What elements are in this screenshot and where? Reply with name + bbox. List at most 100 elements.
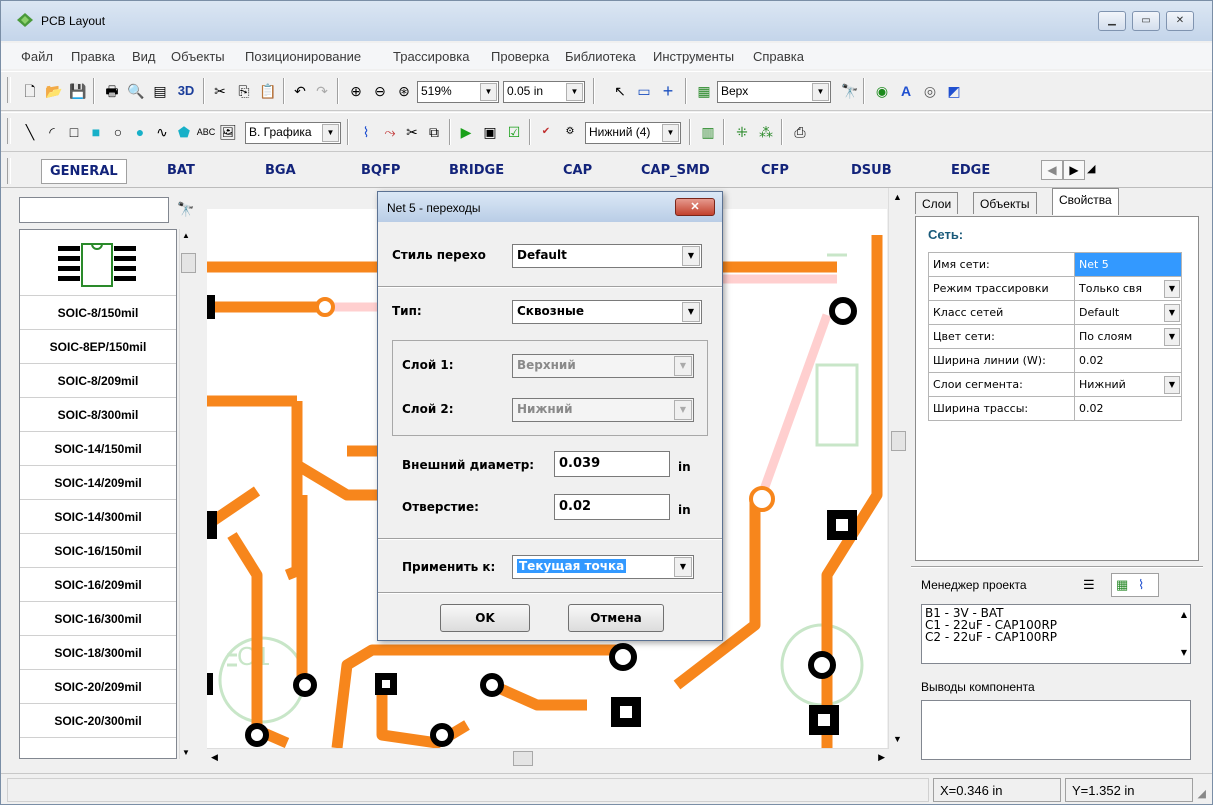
tab-layers[interactable]: Слои [915,192,959,214]
filled-ellipse-icon[interactable]: ● [129,121,151,143]
list-item[interactable]: SOIC-18/300mil [20,636,176,670]
menu-tools[interactable]: Инструменты [653,49,734,64]
list-item[interactable]: C2 - 22uF - CAP100RP [925,631,1187,643]
list-item[interactable]: SOIC-8/150mil [20,296,176,330]
zoom-in-icon[interactable]: ⊕ [345,80,367,102]
zoom-fit-icon[interactable]: ⊛ [393,80,415,102]
zoom-out-icon[interactable]: ⊖ [369,80,391,102]
net-class-icon[interactable]: ⁂ [755,121,777,143]
close-button[interactable]: ✕ [1166,11,1194,31]
toolbar-grip[interactable] [7,118,11,144]
tab-objects[interactable]: Объекты [973,192,1037,214]
scrollbar-thumb[interactable] [513,751,533,766]
drc-icon[interactable]: ✔ [535,121,557,143]
via-icon[interactable]: ◎ [919,80,941,102]
drc-settings-icon[interactable]: ⚙ [559,121,581,143]
polyline-tool-icon[interactable]: ∿ [151,121,173,143]
lib-tab-cfp[interactable]: CFP [761,163,789,178]
image-tool-icon[interactable]: 🖼 [217,121,239,143]
scrollbar-thumb[interactable] [181,253,196,273]
paste-icon[interactable]: 📋 [257,80,279,102]
via-type-select[interactable]: Сквозные ▼ [512,300,702,324]
line-width-field[interactable]: 0.02 [1074,348,1182,373]
report-icon[interactable]: ▣ [479,121,501,143]
menu-file[interactable]: Файл [21,49,53,64]
text-tool-icon[interactable]: ABC [195,121,217,143]
component-icon[interactable]: ▥ [697,121,719,143]
arc-tool-icon[interactable]: ◜ [41,121,63,143]
tab-scroll-right-icon[interactable]: ▶ [1063,160,1085,180]
scroll-up-icon[interactable]: ▲ [1181,609,1187,621]
lib-tab-cap[interactable]: CAP [563,163,592,178]
nets-view-icon[interactable]: ⌇ [1138,577,1144,593]
component-search-input[interactable] [19,197,169,223]
lib-tab-bridge[interactable]: BRIDGE [449,163,504,178]
outer-diameter-input[interactable]: 0.039 [554,451,670,477]
dialog-close-button[interactable]: ✕ [675,198,715,216]
redo-icon[interactable]: ↷ [311,80,333,102]
copper-pour-icon[interactable]: ⧉ [423,121,445,143]
scroll-up-icon[interactable]: ▲ [893,192,902,202]
net-name-field[interactable]: Net 5 [1074,252,1182,277]
undo-icon[interactable]: ↶ [289,80,311,102]
list-item[interactable]: SOIC-8EP/150mil [20,330,176,364]
pad-icon[interactable]: ◉ [871,80,893,102]
print-icon[interactable]: 🖶 [101,80,123,102]
list-item[interactable]: SOIC-20/209mil [20,670,176,704]
zoom-combo[interactable]: 519% ▼ [417,81,499,103]
3d-view-icon[interactable]: 3D [173,80,199,102]
layer-combo[interactable]: Верх ▼ [717,81,831,103]
hole-diameter-input[interactable]: 0.02 [554,494,670,520]
list-item[interactable]: SOIC-8/300mil [20,398,176,432]
tab-properties[interactable]: Свойства [1052,188,1119,215]
tab-menu-icon[interactable]: ◢ [1087,162,1095,175]
component-list-scrollbar[interactable]: ▲ ▼ [179,229,196,759]
measure-icon[interactable]: ▭ [633,80,655,102]
canvas-vertical-scrollbar[interactable]: ▲ ▼ [888,188,908,748]
tab-scroll-left-icon[interactable]: ◀ [1041,160,1063,180]
document-icon[interactable]: ▤ [149,80,171,102]
lib-tab-bqfp[interactable]: BQFP [361,163,400,178]
lib-tab-cap-smd[interactable]: CAP_SMD [641,163,710,178]
list-view-icon[interactable]: ☰ [1083,577,1095,593]
menu-edit[interactable]: Правка [71,49,115,64]
panel-splitter[interactable] [911,566,1203,568]
layer2-select[interactable]: Нижний ▼ [512,398,694,422]
minimize-button[interactable]: ▁ [1098,11,1126,31]
canvas-horizontal-scrollbar[interactable]: ◀ ▶ [207,748,889,768]
segment-layer-select[interactable]: Нижний ▼ [1074,372,1182,397]
filled-rectangle-icon[interactable]: ■ [85,121,107,143]
components-view-icon[interactable]: ▦ [1116,577,1128,593]
lib-tab-general[interactable]: GENERAL [41,159,127,184]
crosshair-icon[interactable]: + [657,80,679,102]
ok-button[interactable]: OK [440,604,530,632]
list-item[interactable]: SOIC-16/209mil [20,568,176,602]
list-item[interactable]: SOIC-14/300mil [20,500,176,534]
text-a-icon[interactable]: A [895,80,917,102]
lib-tab-edge[interactable]: EDGE [951,163,990,178]
export-icon[interactable]: ⎙ [789,121,811,143]
menu-objects[interactable]: Объекты [171,49,225,64]
route-trace-icon[interactable]: ⌇ [355,121,377,143]
net-icon[interactable]: ⁜ [731,121,753,143]
auto-route-icon[interactable]: ⤳ [379,121,401,143]
toolbar-grip[interactable] [7,158,11,184]
resize-grip-icon[interactable]: ◢ [1198,787,1206,800]
net-class-select[interactable]: Default ▼ [1074,300,1182,325]
lib-tab-dsub[interactable]: DSUB [851,163,892,178]
open-folder-icon[interactable]: 📂 [43,80,65,102]
lib-tab-bat[interactable]: BAT [167,163,195,178]
routing-mode-select[interactable]: Только свя ▼ [1074,276,1182,301]
menu-placement[interactable]: Позиционирование [245,49,361,64]
polygon-tool-icon[interactable]: ⬟ [173,121,195,143]
scroll-down-icon[interactable]: ▼ [182,748,190,757]
select-pointer-icon[interactable]: ↖ [609,80,631,102]
grid-combo[interactable]: 0.05 in ▼ [503,81,585,103]
scroll-up-icon[interactable]: ▲ [182,231,190,240]
scroll-down-icon[interactable]: ▼ [1181,647,1187,659]
check-icon[interactable]: ☑ [503,121,525,143]
menu-check[interactable]: Проверка [491,49,549,64]
list-item[interactable]: SOIC-14/150mil [20,432,176,466]
menu-routing[interactable]: Трассировка [393,49,470,64]
toolbar-grip[interactable] [7,77,11,103]
